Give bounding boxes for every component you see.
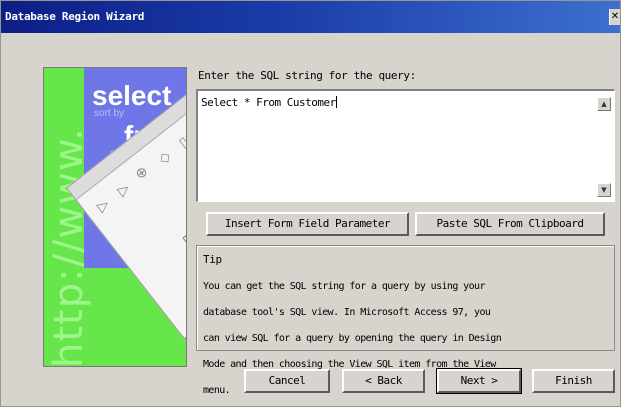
wizard-illustration: http://www. select sort by from select w…: [43, 67, 187, 367]
tip-title: Tip: [203, 253, 222, 266]
sql-query-textarea[interactable]: Select * From Customer ▲ ▼: [196, 89, 615, 202]
illustration-input-field: [182, 181, 186, 253]
diamond-icon: ◇: [155, 148, 174, 168]
triangle-icon: ▷: [114, 180, 133, 200]
finish-button[interactable]: Finish: [532, 369, 615, 393]
title-bar[interactable]: Database Region Wizard ✕: [1, 1, 620, 33]
paste-sql-from-clipboard-button[interactable]: Paste SQL From Clipboard: [415, 212, 605, 236]
scroll-down-arrow-icon[interactable]: ▼: [597, 183, 611, 197]
crosshair-icon: ⊕: [132, 163, 152, 184]
document-icon: ▯: [176, 134, 187, 152]
sql-query-label: Enter the SQL string for the query:: [198, 69, 416, 82]
tip-line: can view SQL for a query by opening the …: [203, 333, 502, 344]
back-button[interactable]: < Back: [342, 369, 425, 393]
next-button[interactable]: Next >: [436, 368, 522, 394]
cancel-button[interactable]: Cancel: [244, 369, 330, 393]
illustration-subword-sort-by: sort by: [94, 108, 125, 119]
database-region-wizard-dialog: Database Region Wizard ✕ http://www. sel…: [0, 0, 621, 407]
triangle-icon: ▷: [94, 196, 113, 216]
text-caret: [335, 96, 337, 108]
tip-panel: Tip You can get the SQL string for a que…: [196, 245, 615, 396]
tip-line: You can get the SQL string for a query b…: [203, 281, 485, 292]
close-icon[interactable]: ✕: [609, 9, 620, 25]
sql-query-text: Select * From Customer: [201, 96, 336, 109]
scroll-up-arrow-icon[interactable]: ▲: [597, 97, 611, 111]
insert-form-field-parameter-button[interactable]: Insert Form Field Parameter: [206, 212, 409, 236]
tip-line: database tool's SQL view. In Microsoft A…: [203, 307, 491, 318]
window-title: Database Region Wizard: [5, 10, 145, 23]
